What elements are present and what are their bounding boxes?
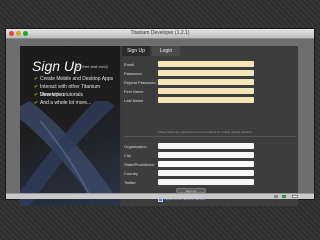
feature-item: ✔ View video tutorials xyxy=(34,91,120,99)
last-name-label: Last Name xyxy=(124,98,144,103)
repeat-password-label: Repeat Password xyxy=(124,80,156,85)
first-name-row: First Name xyxy=(122,88,298,95)
country-label: Country xyxy=(124,171,139,176)
last-name-field[interactable] xyxy=(158,97,254,103)
country-field[interactable] xyxy=(158,170,254,176)
checkmark-icon: ✔ xyxy=(34,100,39,106)
feature-text: And a whole lot more... xyxy=(40,100,92,106)
form-divider xyxy=(124,136,296,137)
form-panel: Sign Up Login Email Password Repeat Pass… xyxy=(122,46,298,206)
panel-toggle-icon[interactable] xyxy=(292,195,298,198)
feature-item: ✔ And a whole lot more... xyxy=(34,99,120,107)
feature-text: Create Mobile and Desktop Apps xyxy=(40,76,114,82)
repeat-password-row: Repeat Password xyxy=(122,79,298,86)
settings-icon[interactable] xyxy=(274,195,278,198)
status-bar xyxy=(6,193,314,199)
first-name-label: First Name xyxy=(124,89,144,94)
tab-signup[interactable]: Sign Up xyxy=(122,46,150,56)
email-field[interactable] xyxy=(158,61,254,67)
state-label: State/Providence xyxy=(124,162,155,167)
organization-row: Organization xyxy=(122,143,298,150)
email-row: Email xyxy=(122,61,298,68)
twitter-label: Twitter xyxy=(124,180,136,185)
feature-item: ✔ Interact with other Titanium Developers xyxy=(34,83,120,98)
promo-panel: Sign Up (It's free and cool!) ✔ Create Mo… xyxy=(20,46,120,206)
checkmark-icon: ✔ xyxy=(34,84,39,90)
checkmark-icon: ✔ xyxy=(34,92,39,98)
city-label: City xyxy=(124,153,131,158)
state-field[interactable] xyxy=(158,161,254,167)
organization-label: Organization xyxy=(124,144,147,149)
last-name-row: Last Name xyxy=(122,97,298,104)
password-label: Password xyxy=(124,71,142,76)
organization-field[interactable] xyxy=(158,143,254,149)
tab-bar: Sign Up Login xyxy=(122,46,298,56)
signup-content: Sign Up (It's free and cool!) ✔ Create Mo… xyxy=(20,46,298,206)
feature-item: ✔ Create Mobile and Desktop Apps xyxy=(34,75,120,83)
state-row: State/Providence xyxy=(122,161,298,168)
password-row: Password xyxy=(122,70,298,77)
feature-list: ✔ Create Mobile and Desktop Apps ✔ Interac… xyxy=(34,75,120,107)
optional-fields-note: These fields are optional but may be hel… xyxy=(158,130,252,134)
city-field[interactable] xyxy=(158,152,254,158)
tab-login[interactable]: Login xyxy=(152,46,180,56)
twitter-field[interactable] xyxy=(158,179,254,185)
country-row: Country xyxy=(122,170,298,177)
titanium-logo-icon xyxy=(20,101,115,206)
feature-text: View video tutorials xyxy=(40,92,83,98)
window-title: Titanium Developer (1.2.1) xyxy=(130,30,190,36)
twitter-row: Twitter xyxy=(122,179,298,186)
wifi-status-icon xyxy=(282,195,286,198)
app-window: Titanium Developer (1.2.1) Sign Up (It's… xyxy=(5,28,315,206)
window-titlebar[interactable]: Titanium Developer (1.2.1) xyxy=(6,29,314,39)
email-label: Email xyxy=(124,62,135,67)
promo-subtitle: (It's free and cool!) xyxy=(75,64,108,69)
password-field[interactable] xyxy=(158,70,254,76)
checkmark-icon: ✔ xyxy=(34,76,39,82)
repeat-password-field[interactable] xyxy=(158,79,254,85)
first-name-field[interactable] xyxy=(158,88,254,94)
city-row: City xyxy=(122,152,298,159)
